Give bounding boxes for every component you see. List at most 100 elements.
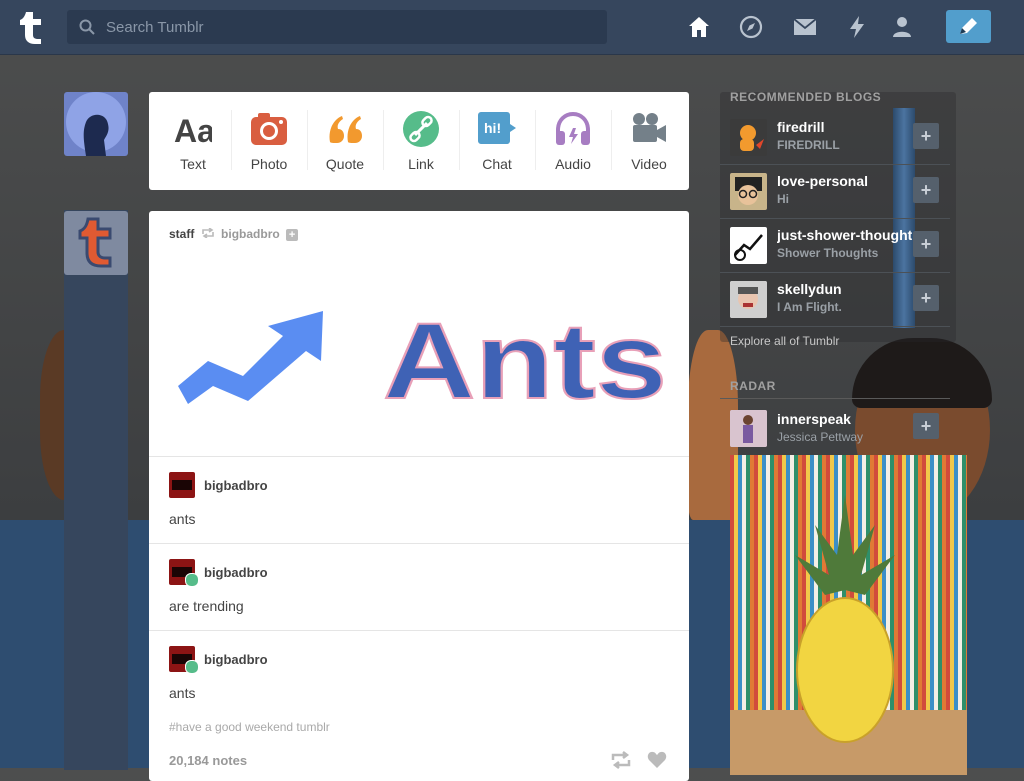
top-navigation-bar: Search Tumblr — [0, 0, 1024, 55]
dashboard-post: staff bigbadbro + Ants bigbadbro ants bi… — [149, 211, 689, 781]
follow-button[interactable]: + — [913, 231, 939, 257]
blog-subtitle: Shower Thoughts — [777, 246, 879, 260]
reply-text: are trending — [169, 598, 244, 614]
blog-subtitle: I Am Flight. — [777, 300, 842, 314]
reblog-badge-icon — [185, 660, 199, 674]
blog-avatar — [730, 227, 767, 264]
radar-post-image[interactable] — [730, 455, 967, 775]
post-divider — [149, 456, 689, 457]
post-type-photo[interactable]: Photo — [231, 92, 307, 190]
search-bar[interactable]: Search Tumblr — [67, 10, 607, 44]
reblogged-from[interactable]: bigbadbro — [221, 227, 280, 241]
notes-count[interactable]: 20,184 notes — [169, 753, 247, 768]
radar-blog-subtitle: Jessica Pettway — [777, 430, 864, 444]
blog-name: skellydun — [777, 281, 842, 297]
recommended-blog-item[interactable]: just-shower-thoughts Shower Thoughts + — [720, 218, 950, 273]
reblog-small-icon — [201, 227, 214, 239]
reblog-icon[interactable] — [610, 751, 632, 769]
svg-text:Aa: Aa — [174, 113, 212, 148]
pineapple-icon — [795, 495, 895, 743]
blog-subtitle: FIREDRILL — [777, 138, 840, 152]
explore-link[interactable]: Explore all of Tumblr — [730, 334, 839, 348]
dragon-icon — [740, 125, 764, 151]
user-avatar[interactable] — [64, 92, 128, 156]
post-tag[interactable]: #have a good weekend tumblr — [169, 720, 330, 734]
post-type-quote[interactable]: Quote — [307, 92, 383, 190]
activity-icon[interactable] — [845, 15, 869, 39]
staff-t-logo-icon — [78, 217, 112, 268]
post-header: staff bigbadbro + — [169, 227, 299, 241]
post-divider — [149, 630, 689, 631]
ants-headline: Ants — [383, 306, 667, 406]
reply-avatar[interactable] — [169, 472, 195, 498]
post-image-text: Ants — [382, 306, 668, 406]
video-camera-icon — [633, 113, 666, 142]
post-type-text[interactable]: Aa Text — [155, 92, 231, 190]
person-photo-icon — [730, 410, 767, 447]
radar-title: RADAR — [730, 379, 776, 393]
follow-button[interactable]: + — [913, 413, 939, 439]
post-type-label: Text — [180, 156, 206, 172]
post-type-label: Link — [408, 156, 434, 172]
recommended-blog-item[interactable]: firedrill FIREDRILL + — [720, 110, 950, 165]
person-photo-icon — [730, 281, 767, 318]
tumblr-logo[interactable] — [16, 9, 50, 45]
like-heart-icon[interactable] — [647, 751, 667, 769]
follow-button[interactable]: + — [913, 285, 939, 311]
follow-button[interactable]: + — [913, 123, 939, 149]
search-placeholder: Search Tumblr — [106, 19, 204, 36]
blog-name: love-personal — [777, 173, 869, 189]
follow-plus-icon[interactable]: + — [286, 229, 299, 241]
recommended-blog-item[interactable]: love-personal Hi + — [720, 164, 950, 219]
post-type-video[interactable]: Video — [611, 92, 687, 190]
post-type-composer: Aa Text Photo Quote Link hi! Chat Audio … — [149, 92, 689, 190]
mail-icon[interactable] — [793, 15, 817, 39]
post-divider — [149, 543, 689, 544]
blog-subtitle: Hi — [777, 192, 789, 206]
post-type-label: Chat — [482, 156, 512, 172]
reply-author[interactable]: bigbadbro — [204, 565, 268, 580]
blog-avatar — [730, 173, 767, 210]
reblog-badge-icon — [185, 573, 199, 587]
reply-text: ants — [169, 511, 196, 527]
quote-icon — [329, 116, 362, 143]
link-icon — [403, 111, 439, 147]
reply-author[interactable]: bigbadbro — [204, 652, 268, 667]
blog-avatar — [730, 119, 767, 156]
pencil-icon — [960, 18, 977, 34]
blog-avatar — [730, 281, 767, 318]
explore-icon[interactable] — [739, 15, 763, 39]
radar-blog-item[interactable]: innerspeak Jessica Pettway + — [720, 400, 950, 454]
post-type-audio[interactable]: Audio — [535, 92, 611, 190]
home-icon[interactable] — [687, 15, 711, 39]
reply-author[interactable]: bigbadbro — [204, 478, 268, 493]
blog-name: just-shower-thoughts — [777, 227, 912, 243]
recommended-blog-item[interactable]: skellydun I Am Flight. + — [720, 272, 950, 327]
radar-divider — [720, 398, 950, 399]
shower-trend-icon — [734, 234, 763, 261]
blog-name: firedrill — [777, 119, 825, 135]
post-type-label: Photo — [250, 156, 288, 172]
recommended-blogs-title: RECOMMENDED BLOGS — [730, 90, 882, 104]
post-type-chat[interactable]: hi! Chat — [459, 92, 535, 190]
staff-avatar[interactable] — [64, 211, 128, 275]
radar-blog-name: innerspeak — [777, 411, 851, 427]
chat-icon: hi! — [478, 112, 516, 144]
camera-icon — [251, 113, 287, 145]
headphones-icon — [556, 111, 590, 145]
post-author[interactable]: staff — [169, 227, 194, 241]
post-type-label: Quote — [325, 156, 365, 172]
user-silhouette-icon — [66, 92, 126, 156]
account-icon[interactable] — [890, 15, 914, 39]
compose-button[interactable] — [946, 10, 991, 43]
search-icon — [79, 19, 95, 35]
text-icon: Aa — [174, 113, 212, 148]
post-type-label: Video — [631, 156, 667, 172]
post-type-link[interactable]: Link — [383, 92, 459, 190]
chat-badge: hi! — [484, 120, 501, 136]
cartoon-face-icon — [735, 177, 762, 205]
left-rail — [64, 210, 128, 770]
follow-button[interactable]: + — [913, 177, 939, 203]
post-type-label: Audio — [555, 156, 591, 172]
reply-text: ants — [169, 685, 196, 701]
